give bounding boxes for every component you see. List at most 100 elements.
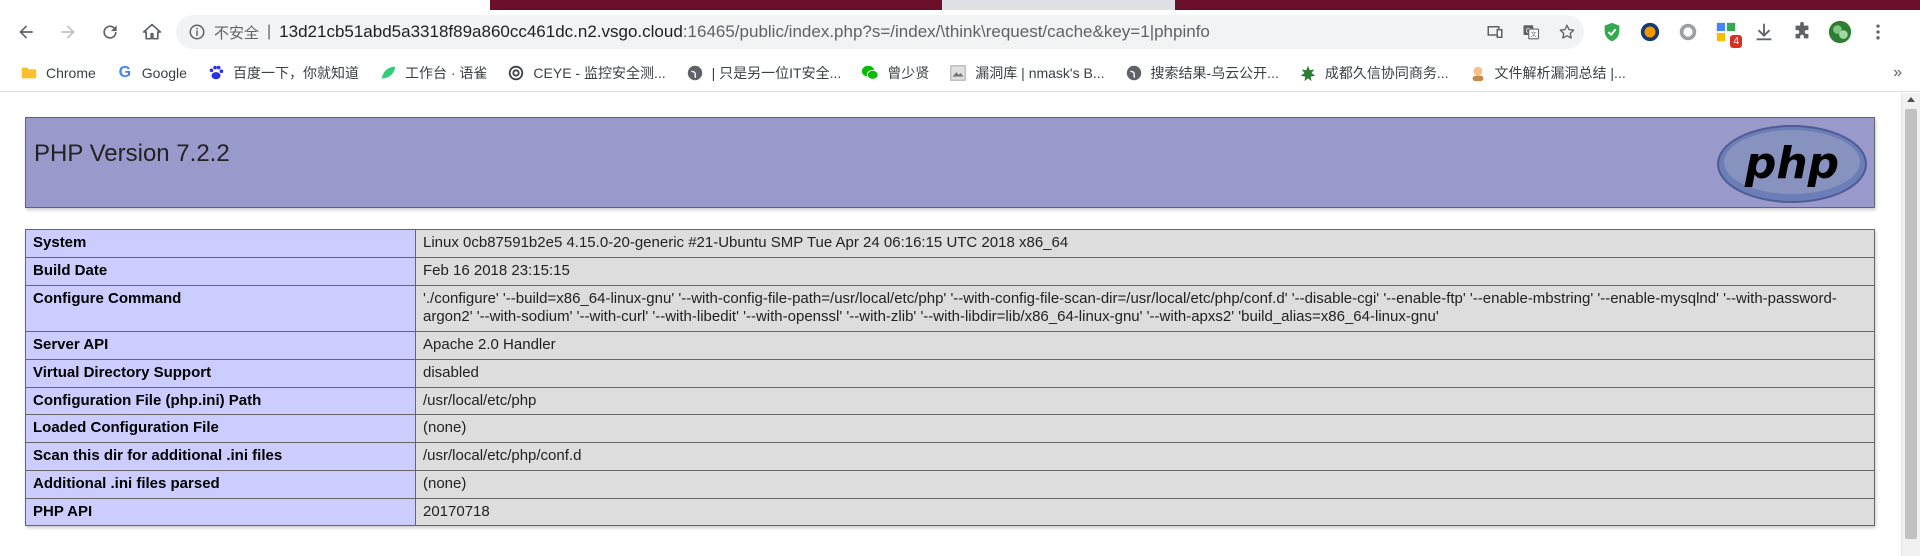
bookmarks-overflow-button[interactable]: » <box>1893 64 1902 82</box>
circle-extension[interactable] <box>1676 20 1700 44</box>
bookmark-chrome[interactable]: Chrome <box>20 64 96 82</box>
url-host: 13d21cb51abd5a3318f89a860cc461dc.n2.vsgo… <box>279 22 683 41</box>
page-title: PHP Version 7.2.2 <box>34 140 230 167</box>
bookmark-wechat[interactable]: 曾少贤 <box>861 63 929 83</box>
row-key: System <box>25 229 416 258</box>
globe-icon <box>686 64 704 82</box>
bookmark-label: | 只是另一位IT安全... <box>711 64 842 81</box>
folder-icon <box>20 64 38 82</box>
active-tab-edge[interactable] <box>0 0 490 10</box>
translate-icon[interactable]: G文 <box>1522 23 1540 41</box>
tiles-extension[interactable]: 4 <box>1714 20 1742 48</box>
google-icon: G <box>118 63 132 81</box>
yuque-leaf-icon <box>379 64 397 82</box>
table-row: Virtual Directory Support disabled <box>25 358 1875 388</box>
bookmark-label: 成都久信协同商务... <box>1324 64 1449 81</box>
forward-button[interactable] <box>50 14 86 50</box>
row-key: Configure Command <box>25 284 416 332</box>
bookmark-label: 曾少贤 <box>887 64 930 81</box>
download-icon <box>1756 23 1772 41</box>
row-value: Apache 2.0 Handler <box>415 331 1875 360</box>
globe-icon <box>1125 64 1143 82</box>
page-viewport: PHP Version 7.2.2 php System Linux 0cb875… <box>0 93 1901 556</box>
row-value: Linux 0cb87591b2e5 4.15.0-20-generic #21… <box>415 229 1875 258</box>
back-button[interactable] <box>8 14 44 50</box>
php-logo-icon[interactable]: php <box>1716 124 1868 204</box>
svg-text:文: 文 <box>1531 31 1537 39</box>
home-button[interactable] <box>134 14 170 50</box>
browser-toolbar: 不安全 | 13d21cb51abd5a3318f89a860cc461dc.n… <box>0 10 1920 54</box>
info-icon[interactable] <box>188 23 206 41</box>
scrollbar-thumb[interactable] <box>1905 109 1917 539</box>
bookmark-nmask[interactable]: 漏洞库 | nmask's B... <box>949 63 1105 83</box>
firefox-like-extension[interactable] <box>1638 20 1662 44</box>
row-key: Virtual Directory Support <box>25 358 416 388</box>
ceye-icon <box>507 64 525 82</box>
bookmark-baidu[interactable]: 百度一下，你就知道 <box>207 63 359 83</box>
reload-icon <box>103 25 117 39</box>
tab-accent[interactable] <box>490 0 942 10</box>
bookmark-google[interactable]: G Google <box>116 64 187 82</box>
home-icon <box>142 23 162 40</box>
row-value: './configure' '--build=x86_64-linux-gnu'… <box>415 284 1875 332</box>
arrow-right-icon <box>61 25 75 39</box>
bookmark-label: 工作台 · 语雀 <box>404 64 488 81</box>
star-icon[interactable] <box>1558 23 1576 41</box>
page-scrollbar[interactable] <box>1901 93 1920 556</box>
menu-button[interactable] <box>1866 20 1890 44</box>
profile-avatar[interactable] <box>1828 20 1852 44</box>
row-key: Build Date <box>25 256 416 286</box>
bookmark-yuque[interactable]: 工作台 · 语雀 <box>379 63 487 83</box>
table-row: Configure Command './configure' '--build=… <box>25 284 1875 332</box>
row-key: Additional .ini files parsed <box>25 469 416 499</box>
bookmarks-bar: Chrome G Google 百度一下，你就知道 工作台 · 语雀 CEYE … <box>0 54 1920 92</box>
bookmark-label: 百度一下，你就知道 <box>232 64 359 81</box>
table-row: Additional .ini files parsed (none) <box>25 469 1875 499</box>
row-value: Feb 16 2018 23:15:15 <box>415 256 1875 286</box>
security-label[interactable]: 不安全 <box>214 22 259 43</box>
row-key: Configuration File (php.ini) Path <box>25 386 416 416</box>
row-value: /usr/local/etc/php/conf.d <box>415 442 1875 471</box>
arrow-left-icon <box>19 25 33 39</box>
bookmark-label: Google <box>141 64 187 81</box>
page-thumbnail-icon <box>949 64 967 82</box>
kebab-menu-icon <box>1876 24 1880 40</box>
bookmark-ceye[interactable]: CEYE - 监控安全测... <box>507 63 666 83</box>
ring-icon <box>1679 23 1697 41</box>
table-row: PHP API 20170718 <box>25 497 1875 527</box>
separator: | <box>267 23 272 40</box>
tab-accent[interactable] <box>1175 0 1920 10</box>
reload-button[interactable] <box>92 14 128 50</box>
bookmark-it-security[interactable]: | 只是另一位IT安全... <box>686 63 842 83</box>
url-text[interactable]: 13d21cb51abd5a3318f89a860cc461dc.n2.vsgo… <box>279 22 1210 42</box>
table-row: System Linux 0cb87591b2e5 4.15.0-20-gener… <box>25 229 1875 258</box>
bookmark-label: CEYE - 监控安全测... <box>533 64 666 81</box>
scroll-up-arrow-icon[interactable] <box>1907 97 1915 102</box>
php-logo-text: php <box>1744 138 1839 189</box>
table-row: Configuration File (php.ini) Path/usr/lo… <box>25 386 1875 416</box>
bookmark-wooyun[interactable]: 搜索结果-乌云公开... <box>1125 63 1279 83</box>
orange-globe-icon <box>1640 22 1660 42</box>
bookmark-file-parse[interactable]: 文件解析漏洞总结 |... <box>1469 63 1626 83</box>
downloads-button[interactable] <box>1752 20 1776 44</box>
table-row: Build Date Feb 16 2018 23:15:15 <box>25 256 1875 286</box>
row-key: PHP API <box>25 497 416 527</box>
install-app-icon[interactable] <box>1486 23 1504 41</box>
extension-badge: 4 <box>1730 35 1742 48</box>
avatar-icon <box>1828 20 1852 44</box>
shield-extension[interactable] <box>1600 20 1624 44</box>
bookmark-label: Chrome <box>46 64 96 81</box>
bookmark-chengdu[interactable]: 成都久信协同商务... <box>1299 63 1449 83</box>
row-key: Loaded Configuration File <box>25 414 416 443</box>
row-value: disabled <box>415 358 1875 388</box>
address-bar[interactable]: 不安全 | 13d21cb51abd5a3318f89a860cc461dc.n… <box>176 15 1584 49</box>
tab-strip <box>0 0 1920 10</box>
extensions-button[interactable] <box>1790 20 1814 44</box>
shield-check-icon <box>1604 22 1620 42</box>
bookmark-label: 漏洞库 | nmask's B... <box>975 64 1105 81</box>
omnibox-actions: G文 <box>1486 15 1576 49</box>
wechat-icon <box>861 64 879 82</box>
row-value: /usr/local/etc/php <box>415 386 1875 416</box>
row-key: Server API <box>25 331 416 360</box>
row-key: Scan this dir for additional .ini files <box>25 442 416 471</box>
